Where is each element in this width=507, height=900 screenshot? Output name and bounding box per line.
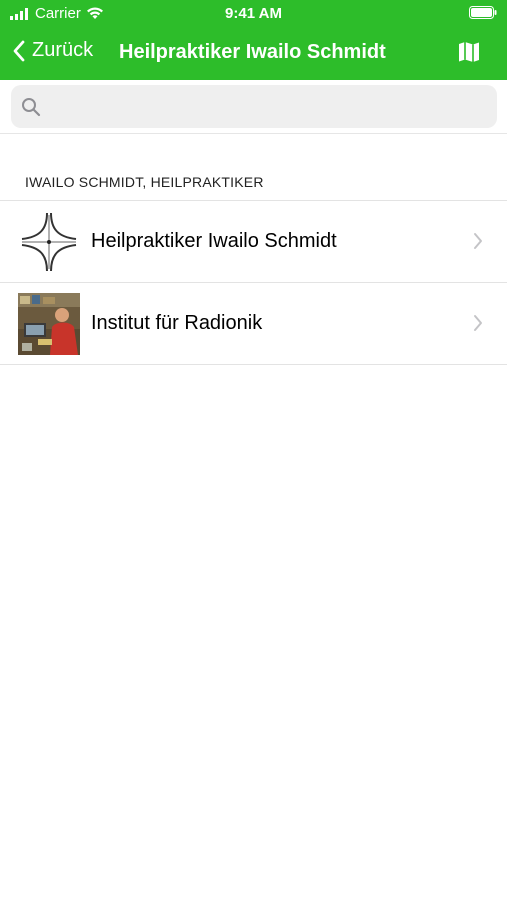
results-list: Heilpraktiker Iwailo Schmidt Institut fü (0, 200, 507, 365)
chevron-left-icon (13, 40, 25, 61)
list-item-label: Institut für Radionik (91, 312, 263, 334)
search-icon (22, 97, 41, 116)
back-button[interactable]: Zurück (12, 39, 93, 62)
list-item-institut[interactable]: Institut für Radionik (0, 283, 507, 365)
list-item-label: Heilpraktiker Iwailo Schmidt (91, 230, 337, 252)
search-container (0, 80, 507, 134)
photo-thumbnail (18, 293, 80, 355)
section-header: IWAILO SCHMIDT, HEILPRAKTIKER (25, 174, 264, 190)
search-bar[interactable] (11, 85, 497, 128)
status-time: 9:41 AM (225, 5, 282, 22)
map-icon (459, 42, 479, 62)
page-title: Heilpraktiker Iwailo Schmidt (119, 41, 386, 63)
back-label: Zurück (32, 39, 94, 61)
map-button[interactable] (457, 40, 481, 69)
chevron-right-icon (474, 315, 482, 331)
chevron-right-icon (474, 233, 482, 249)
app-header: Carrier 9:41 AM Zurück Heilpraktiker Iwa… (0, 0, 507, 80)
search-input[interactable] (49, 96, 469, 117)
crossroads-logo-thumbnail (18, 211, 80, 273)
status-bar: Carrier 9:41 AM (0, 0, 507, 28)
list-item-heilpraktiker[interactable]: Heilpraktiker Iwailo Schmidt (0, 201, 507, 283)
navigation-bar: Zurück Heilpraktiker Iwailo Schmidt (0, 30, 507, 76)
battery-icon (469, 6, 497, 23)
